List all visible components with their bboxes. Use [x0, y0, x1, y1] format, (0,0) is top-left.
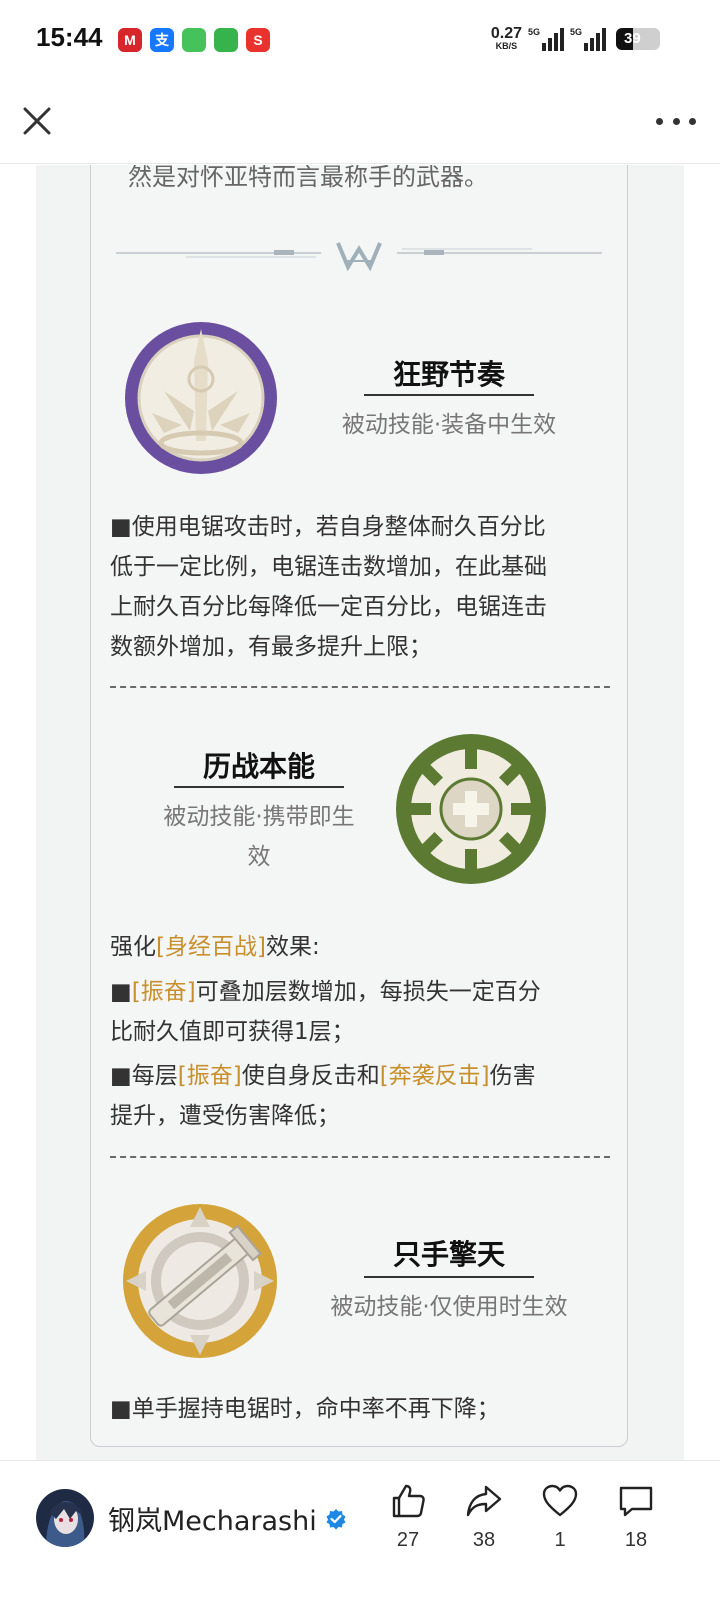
messages-icon — [182, 28, 206, 52]
skill-3-title: 只手擎天 — [392, 1238, 505, 1271]
signal-2-icon: 5G — [570, 27, 606, 51]
thumbs-up-icon — [392, 1484, 425, 1518]
top-bar — [0, 80, 720, 164]
favorite-count: 1 — [554, 1529, 566, 1551]
ornamental-divider — [116, 242, 602, 272]
more-dot-icon — [656, 117, 663, 125]
skill-1-title-underline — [364, 394, 534, 396]
one-hand-emblem-icon — [123, 1204, 277, 1358]
close-icon — [23, 107, 51, 135]
share-button[interactable]: 38 — [454, 1481, 514, 1552]
skill-2-bullet-1: ■[振奋]可叠加层数增加，每损失一定百分 比耐久值即可获得1层； — [110, 979, 541, 1045]
avatar-image — [36, 1489, 94, 1547]
comment-button[interactable]: 18 — [606, 1481, 666, 1552]
article-content[interactable]: 然是对怀亚特而言最称手的武器。 狂野节奏 被动技能·装备中生效 ■使用电锯攻击时… — [0, 165, 720, 1460]
skill-3-subtitle: 被动技能·仅使用时生效 — [330, 1294, 568, 1320]
skill-2-title: 历战本能 — [202, 750, 315, 783]
metro-app-icon: M — [118, 28, 142, 52]
share-arrow-icon — [466, 1485, 502, 1517]
security-shield-icon — [214, 28, 238, 52]
share-count: 38 — [472, 1529, 496, 1551]
status-indicators: 0.27 KB/S 5G 5G 39 — [491, 26, 660, 51]
network-speed-unit: KB/S — [495, 41, 518, 51]
signal-1-icon: 5G — [528, 27, 564, 51]
more-dot-icon — [689, 117, 696, 125]
keyword-highlight: [身经百战] — [156, 934, 266, 960]
skill-2-title-underline — [174, 786, 344, 788]
notification-icons: M支 S — [118, 28, 270, 52]
battle-instinct-emblem-icon — [396, 734, 546, 884]
skill-1-description: ■使用电锯攻击时，若自身整体耐久百分比 低于一定比例，电锯连击数增加，在此基础 … — [110, 514, 547, 660]
network-speed: 0.27 KB/S — [491, 26, 522, 51]
like-button[interactable]: 27 — [378, 1481, 438, 1552]
skill-2-intro: 强化[身经百战]效果: — [110, 934, 320, 960]
more-options-button[interactable] — [656, 104, 696, 138]
alipay-icon: 支 — [150, 28, 174, 52]
bottom-bar: 钢岚Mecharashi 27 38 1 18 — [0, 1460, 720, 1600]
network-speed-value: 0.27 — [490, 25, 522, 42]
lead-text: 然是对怀亚特而言最称手的武器。 — [128, 165, 488, 191]
skill-3-title-underline — [364, 1276, 534, 1278]
comment-count: 18 — [624, 1529, 648, 1551]
skill-1-title: 狂野节奏 — [392, 358, 505, 391]
heart-icon — [542, 1484, 578, 1517]
skill-3-description: ■单手握持电锯时，命中率不再下降； — [110, 1396, 500, 1422]
keyword-highlight: [振奋] — [177, 1063, 242, 1089]
like-count: 27 — [396, 1529, 420, 1551]
section-divider — [110, 686, 610, 688]
author-name-link[interactable]: 钢岚Mecharashi — [108, 1499, 347, 1538]
comment-bubble-icon — [619, 1486, 653, 1517]
suning-icon: S — [246, 28, 270, 52]
more-dot-icon — [672, 117, 680, 125]
section-divider — [110, 1156, 610, 1158]
favorite-button[interactable]: 1 — [530, 1481, 590, 1552]
status-time: 15:44 — [36, 22, 103, 52]
keyword-highlight: [奔袭反击] — [379, 1063, 490, 1089]
skill-2-subtitle: 被动技能·携带即生 效 — [163, 804, 355, 870]
status-bar: 15:44 M支 S 0.27 KB/S 5G 5G 39 — [0, 0, 720, 80]
verified-badge-icon — [326, 1508, 346, 1529]
wild-rhythm-emblem-icon — [125, 322, 277, 474]
author-name: 钢岚Mecharashi — [108, 1506, 317, 1537]
author-avatar[interactable] — [36, 1489, 94, 1547]
battery-icon: 39 — [616, 27, 660, 50]
keyword-highlight: [振奋] — [131, 979, 196, 1005]
close-button[interactable] — [20, 104, 54, 138]
battery-level: 39 — [624, 29, 641, 47]
skill-2-bullet-2: ■每层[振奋]使自身反击和[奔袭反击]伤害 提升，遭受伤害降低； — [110, 1063, 536, 1129]
skill-1-subtitle: 被动技能·装备中生效 — [341, 412, 557, 438]
